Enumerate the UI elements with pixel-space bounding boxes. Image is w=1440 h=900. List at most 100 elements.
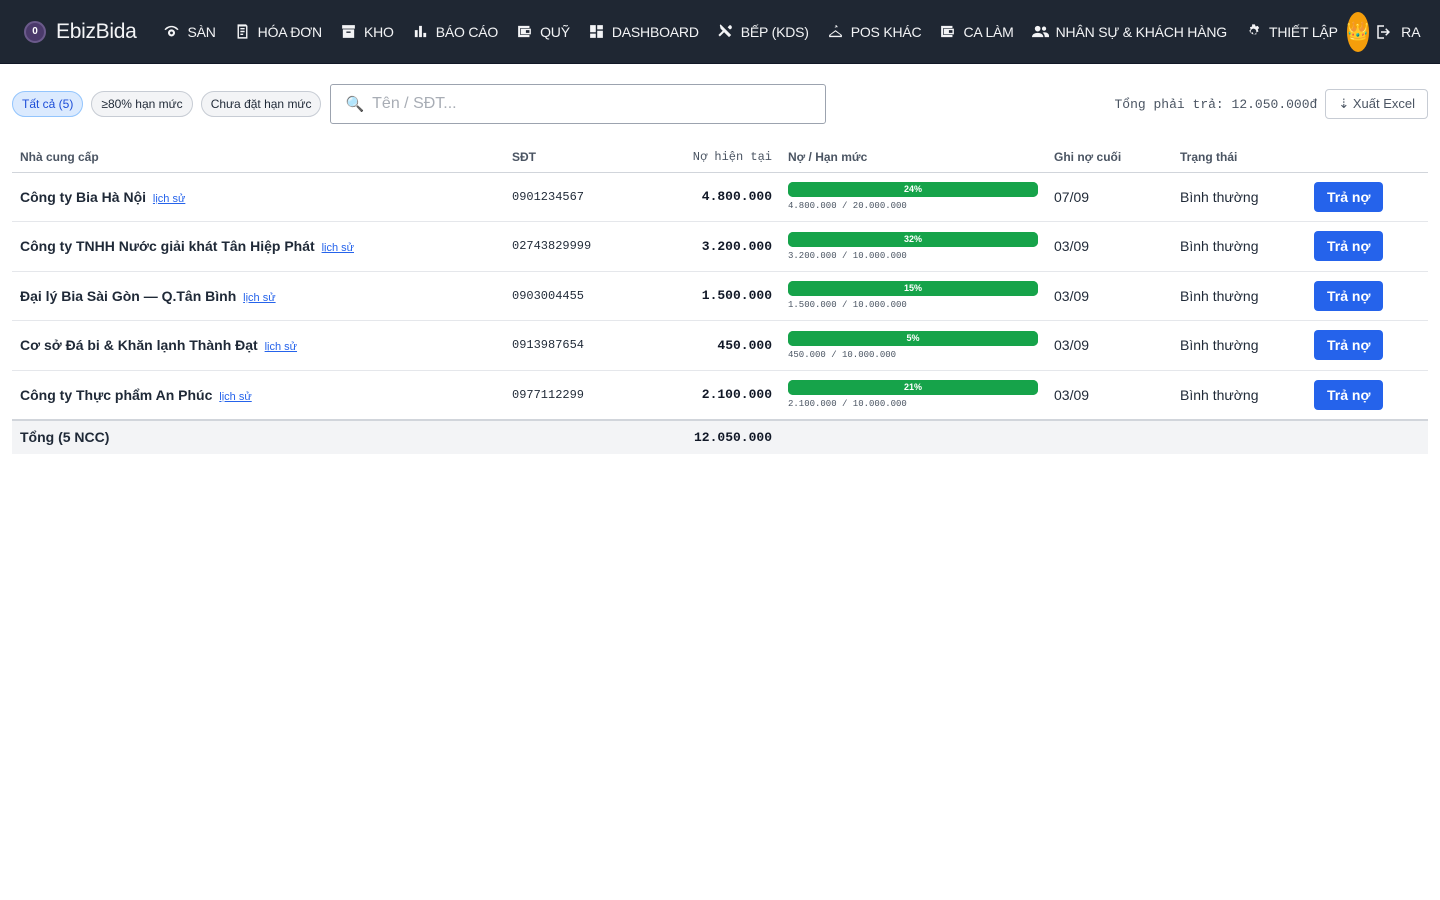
action-cell: Trả nợ — [1306, 320, 1428, 371]
table-row: Đại lý Bia Sài Gòn — Q.Tân Bình lịch sử … — [12, 271, 1428, 321]
limit-ratio: 450.000 / 10.000.000 — [788, 349, 897, 360]
pay-debt-button[interactable]: Trả nợ — [1314, 280, 1384, 311]
supplier-name: Cơ sở Đá bi & Khăn lạnh Thành Đạt — [20, 337, 258, 354]
status-text: Bình thường — [1172, 172, 1306, 222]
nav-item-bao-cao[interactable]: BÁO CÁO — [403, 0, 507, 64]
utensils-icon — [718, 24, 732, 38]
history-link[interactable]: lịch sử — [219, 391, 251, 403]
dashboard-icon — [589, 25, 603, 38]
pay-debt-button[interactable]: Trả nợ — [1314, 181, 1384, 212]
nav-item-thiet-lap[interactable]: THIẾT LẬP — [1236, 0, 1347, 64]
limit-progress-bar: 24% — [788, 182, 1038, 198]
nav-item-san[interactable]: SÀN — [154, 0, 224, 64]
history-link[interactable]: lịch sử — [322, 242, 354, 254]
col-header-status[interactable]: Trạng thái — [1172, 142, 1306, 173]
logout-icon — [1377, 24, 1391, 39]
total-empty — [780, 418, 1046, 454]
search-icon: 🔍 — [345, 96, 365, 113]
limit-percent: 21% — [903, 382, 922, 392]
limit-ratio: 3.200.000 / 10.000.000 — [788, 250, 907, 261]
history-link[interactable]: lịch sử — [153, 193, 185, 205]
nav-item-quy[interactable]: QUỸ — [507, 0, 579, 64]
search-box[interactable]: 🔍 — [330, 84, 827, 124]
table-row: Cơ sở Đá bi & Khăn lạnh Thành Đạt lịch s… — [12, 320, 1428, 371]
table-row: Công ty TNHH Nước giải khát Tân Hiệp Phá… — [12, 221, 1428, 272]
nav-label: SÀN — [187, 23, 216, 40]
filter-chip-no-limit[interactable]: Chưa đặt hạn mức — [200, 91, 322, 117]
col-header-phone[interactable]: SĐT — [504, 142, 634, 173]
supplier-name: Công ty Bia Hà Nội — [20, 188, 147, 205]
limit-cell: 5% 450.000 / 10.000.000 — [780, 320, 1046, 371]
limit-cell: 15% 1.500.000 / 10.000.000 — [780, 271, 1046, 321]
export-excel-button[interactable]: ⇣ Xuất Excel — [1325, 89, 1428, 119]
limit-cell: 21% 2.100.000 / 10.000.000 — [780, 370, 1046, 420]
debt-cell: 3.200.000 — [634, 221, 780, 272]
nav-item-kho[interactable]: KHO — [331, 0, 403, 64]
nav-label: BÁO CÁO — [435, 23, 499, 40]
supplier-cell: Cơ sở Đá bi & Khăn lạnh Thành Đạt lịch s… — [12, 320, 504, 371]
table-header-row: Nhà cung cấp SĐT Nợ hiện tại Nợ / Hạn mứ… — [12, 142, 1428, 173]
total-debt: 12.050.000 — [634, 418, 780, 454]
limit-cell: 32% 3.200.000 / 10.000.000 — [780, 221, 1046, 272]
last-debt-date: 03/09 — [1046, 370, 1172, 420]
suppliers-table-container: Nhà cung cấp SĐT Nợ hiện tại Nợ / Hạn mứ… — [0, 124, 1440, 454]
table-row: Công ty Thực phẩm An Phúc lịch sử 097711… — [12, 370, 1428, 420]
status-text: Bình thường — [1172, 320, 1306, 371]
nav-item-pos-khac[interactable]: POS KHÁC — [818, 0, 931, 64]
nav-label: POS KHÁC — [850, 23, 922, 40]
nav-label: THIẾT LẬP — [1268, 23, 1338, 40]
total-empty — [1306, 418, 1428, 454]
nav-label: KHO — [363, 23, 394, 40]
limit-ratio: 2.100.000 / 10.000.000 — [788, 399, 907, 409]
eye-icon — [164, 25, 180, 37]
gear-icon — [1249, 24, 1260, 35]
supplier-name: Công ty Thực phẩm An Phúc — [20, 386, 213, 403]
brand-logo-icon: 0 — [24, 20, 46, 43]
logout-button[interactable]: RA — [1375, 23, 1440, 41]
nav-item-nhan-su[interactable]: NHÂN SỰ & KHÁCH HÀNG — [1023, 0, 1236, 64]
history-link[interactable]: lịch sử — [265, 341, 297, 353]
limit-percent: 24% — [903, 184, 922, 195]
action-cell: Trả nợ — [1306, 271, 1428, 321]
status-text: Bình thường — [1172, 370, 1306, 420]
limit-progress-bar: 5% — [788, 330, 1038, 346]
logout-label: RA — [1401, 23, 1421, 40]
col-header-supplier[interactable]: Nhà cung cấp — [12, 142, 504, 173]
col-header-limit[interactable]: Nợ / Hạn mức — [780, 142, 1046, 173]
supplier-cell: Công ty TNHH Nước giải khát Tân Hiệp Phá… — [12, 221, 504, 272]
brand[interactable]: 0 EbizBida — [24, 20, 137, 44]
col-header-action — [1306, 142, 1428, 173]
pay-debt-button[interactable]: Trả nợ — [1314, 379, 1384, 410]
avatar[interactable]: 👑 — [1346, 11, 1370, 52]
filter-chip-over-80[interactable]: ≥80% hạn mức — [91, 91, 193, 117]
search-input[interactable] — [372, 95, 793, 113]
last-debt-date: 03/09 — [1046, 320, 1172, 371]
supplier-name: Đại lý Bia Sài Gòn — Q.Tân Bình — [20, 287, 237, 304]
archive-icon — [342, 25, 355, 38]
nav-item-bep[interactable]: BẾP (KDS) — [708, 0, 818, 64]
last-debt-date: 03/09 — [1046, 221, 1172, 272]
history-link[interactable]: lịch sử — [243, 292, 275, 304]
nav-item-hoa-don[interactable]: HÓA ĐƠN — [225, 0, 331, 64]
col-header-last[interactable]: Ghi nợ cuối — [1046, 142, 1172, 173]
debt-cell: 450.000 — [634, 320, 780, 371]
nav-item-ca-lam[interactable]: CA LÀM — [930, 0, 1022, 64]
total-empty — [1172, 418, 1306, 454]
filter-chip-all[interactable]: Tất cả (5) — [12, 91, 84, 117]
nav-item-dashboard[interactable]: DASHBOARD — [579, 0, 708, 64]
col-header-debt[interactable]: Nợ hiện tại — [634, 142, 780, 173]
total-empty — [504, 418, 634, 454]
pay-debt-button[interactable]: Trả nợ — [1314, 231, 1384, 262]
total-payable: Tổng phải trả: 12.050.000đ — [1114, 96, 1318, 112]
supplier-name: Công ty TNHH Nước giải khát Tân Hiệp Phá… — [20, 238, 315, 255]
pay-debt-button[interactable]: Trả nợ — [1314, 330, 1384, 361]
people-icon — [1031, 25, 1049, 38]
nav-label: HÓA ĐƠN — [257, 23, 322, 40]
limit-progress-bar: 21% — [788, 380, 1038, 395]
limit-cell: 24% 4.800.000 / 20.000.000 — [780, 172, 1046, 222]
table-row: Công ty Bia Hà Nội lịch sử 0901234567 4.… — [12, 172, 1428, 222]
top-navbar: 0 EbizBida SÀN HÓA ĐƠN KHO BÁO CÁO QUỸ D… — [0, 0, 1440, 64]
limit-progress-bar: 15% — [788, 281, 1038, 297]
status-text: Bình thường — [1172, 221, 1306, 272]
limit-percent: 32% — [903, 233, 922, 244]
